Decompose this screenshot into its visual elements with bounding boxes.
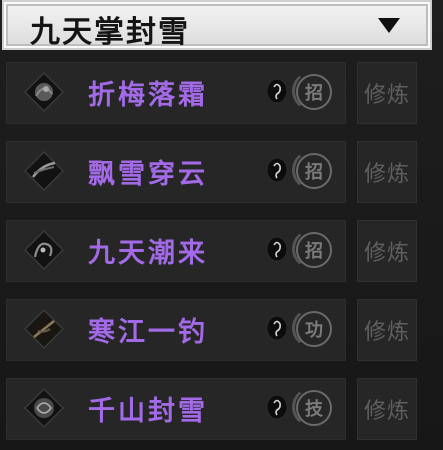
seed-drop-icon — [266, 236, 288, 262]
skill-ink-diamond-icon — [24, 388, 64, 428]
seed-drop-icon — [266, 157, 288, 183]
seed-drop-icon — [266, 78, 288, 104]
chevron-down-icon[interactable] — [378, 18, 400, 33]
skill-type-badge: 技 — [292, 387, 332, 427]
skill-ink-diamond-icon — [24, 230, 64, 270]
skill-type-badge: 功 — [292, 308, 332, 348]
skill-ink-diamond-icon — [24, 72, 64, 112]
skill-type-badge: 招 — [292, 229, 332, 269]
kungfu-title: 九天掌封雪 — [30, 15, 190, 50]
skill-type-badge: 招 — [292, 71, 332, 111]
skill-name: 九天潮来 — [88, 238, 208, 269]
skill-row[interactable]: 寒江一钓 功 — [6, 299, 346, 361]
skill-name: 千山封雪 — [88, 396, 208, 427]
skill-ink-diamond-icon — [24, 151, 64, 191]
skill-name: 折梅落霜 — [88, 80, 208, 111]
kungfu-selector-dropdown[interactable]: 九天掌封雪 — [2, 0, 432, 50]
train-button[interactable]: 修炼 — [357, 299, 417, 361]
train-button[interactable]: 修炼 — [357, 62, 417, 124]
skill-panel: 九天掌封雪 折梅落霜 招 修炼 飘雪穿云 招 修炼 九天潮来 招 修炼 寒江一钓… — [0, 0, 443, 450]
skill-row[interactable]: 九天潮来 招 — [6, 220, 346, 282]
skill-name: 寒江一钓 — [88, 317, 208, 348]
seed-drop-icon — [266, 315, 288, 341]
skill-row[interactable]: 千山封雪 技 — [6, 378, 346, 440]
skill-ink-diamond-icon — [24, 309, 64, 349]
skill-row[interactable]: 飘雪穿云 招 — [6, 141, 346, 203]
train-button[interactable]: 修炼 — [357, 378, 417, 440]
skill-name: 飘雪穿云 — [88, 159, 208, 190]
skill-row[interactable]: 折梅落霜 招 — [6, 62, 346, 124]
train-button[interactable]: 修炼 — [357, 220, 417, 282]
seed-drop-icon — [266, 394, 288, 420]
skill-type-badge: 招 — [292, 150, 332, 190]
train-button[interactable]: 修炼 — [357, 141, 417, 203]
